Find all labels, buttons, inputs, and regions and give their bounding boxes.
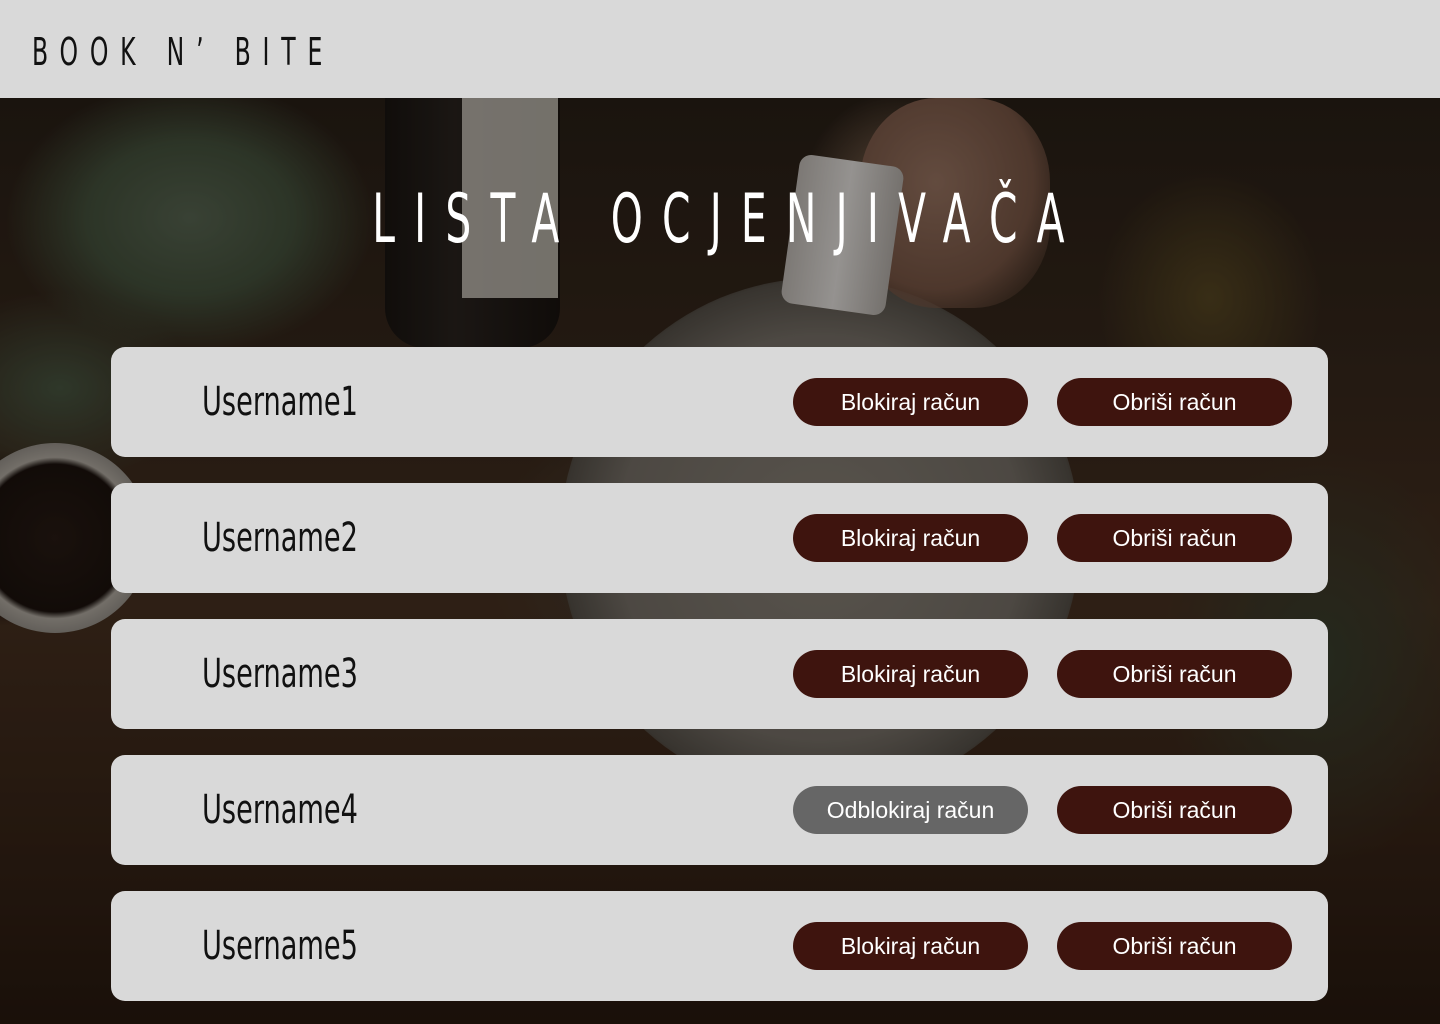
reviewer-card: Username4 Odblokiraj račun Obriši račun bbox=[111, 755, 1328, 865]
page-title-text: LISTA OCJENJIVAČA bbox=[372, 180, 1084, 259]
brand-logo[interactable]: BOOK N’ BITE bbox=[32, 28, 334, 76]
block-account-button[interactable]: Blokiraj račun bbox=[793, 922, 1028, 970]
reviewer-card: Username3 Blokiraj račun Obriši račun bbox=[111, 619, 1328, 729]
reviewer-username: Username2 bbox=[202, 515, 358, 561]
delete-account-button[interactable]: Obriši račun bbox=[1057, 650, 1292, 698]
block-account-button[interactable]: Blokiraj račun bbox=[793, 378, 1028, 426]
reviewer-card: Username5 Blokiraj račun Obriši račun bbox=[111, 891, 1328, 1001]
reviewer-card: Username2 Blokiraj račun Obriši račun bbox=[111, 483, 1328, 593]
delete-account-button[interactable]: Obriši račun bbox=[1057, 786, 1292, 834]
reviewer-username: Username1 bbox=[202, 379, 358, 425]
block-account-button[interactable]: Blokiraj račun bbox=[793, 514, 1028, 562]
page: BOOK N’ BITE LISTA OCJENJIVAČA Username1… bbox=[0, 0, 1440, 1024]
reviewer-list: Username1 Blokiraj račun Obriši račun Us… bbox=[111, 347, 1328, 1024]
unblock-account-button[interactable]: Odblokiraj račun bbox=[793, 786, 1028, 834]
reviewer-username: Username4 bbox=[202, 787, 358, 833]
delete-account-button[interactable]: Obriši račun bbox=[1057, 378, 1292, 426]
reviewer-username: Username5 bbox=[202, 923, 358, 969]
block-account-button[interactable]: Blokiraj račun bbox=[793, 650, 1028, 698]
delete-account-button[interactable]: Obriši račun bbox=[1057, 922, 1292, 970]
top-bar: BOOK N’ BITE bbox=[0, 0, 1440, 98]
delete-account-button[interactable]: Obriši račun bbox=[1057, 514, 1292, 562]
reviewer-username: Username3 bbox=[202, 651, 358, 697]
reviewer-card: Username1 Blokiraj račun Obriši račun bbox=[111, 347, 1328, 457]
page-title: LISTA OCJENJIVAČA bbox=[0, 180, 1440, 260]
